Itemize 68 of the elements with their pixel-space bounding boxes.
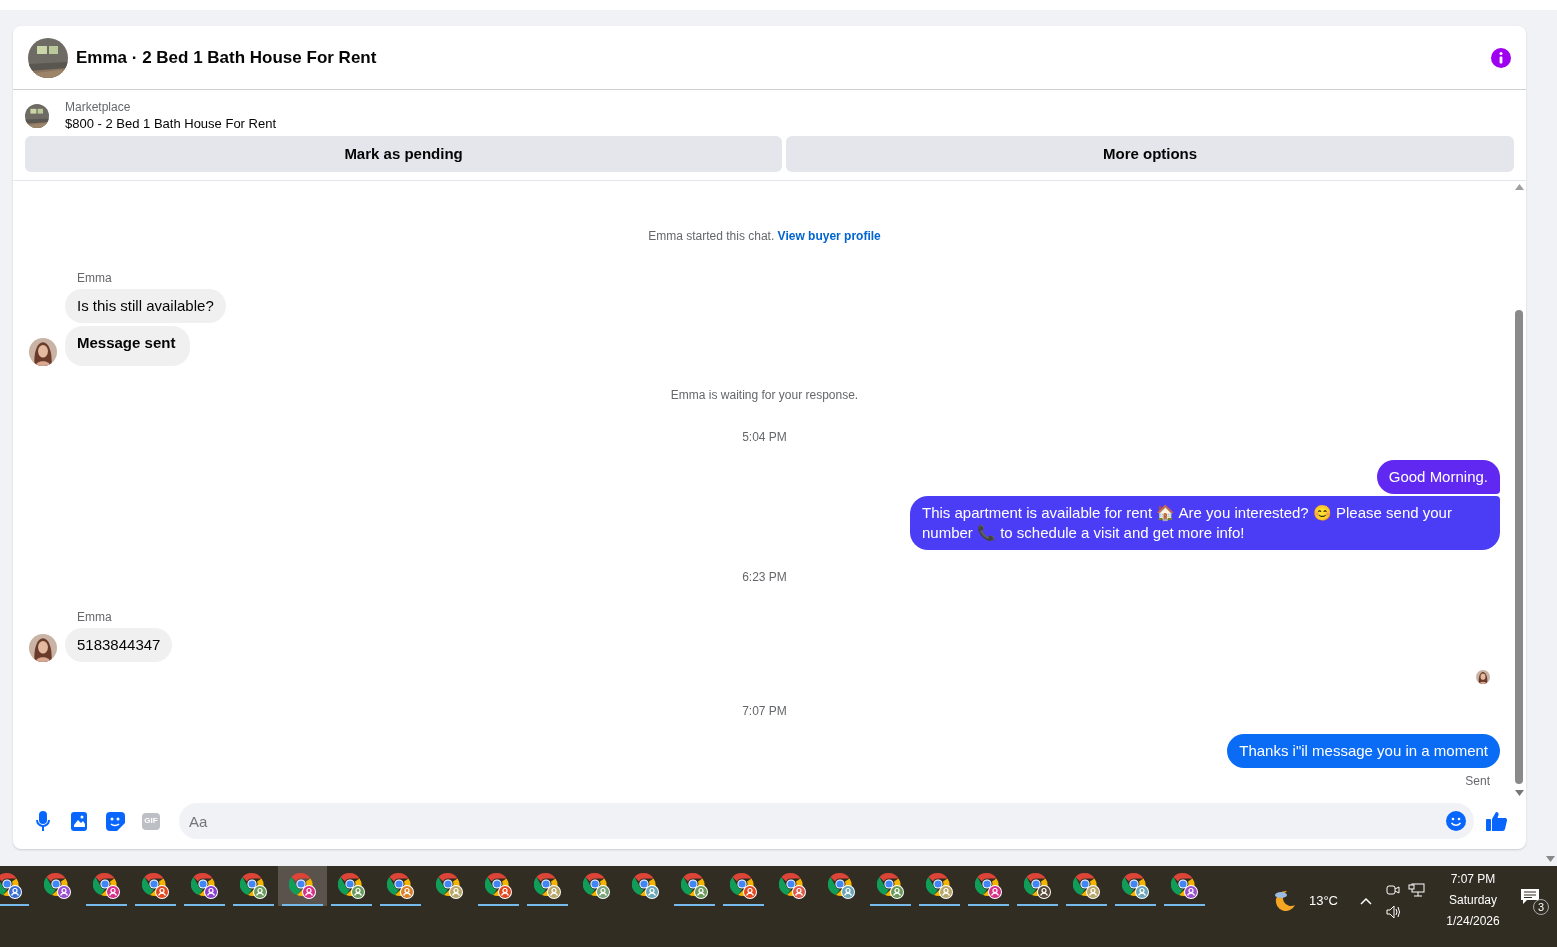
browser-icon xyxy=(141,872,170,900)
browser-icon xyxy=(386,872,415,900)
message-bubble: This apartment is available for rent 🏠 Are you interested? 😊 Please send your number 📞 to schedule a visit and get more info! xyxy=(910,496,1500,550)
browser-icon xyxy=(435,872,464,900)
browser-icon xyxy=(778,872,807,900)
browser-icon xyxy=(0,872,23,900)
action-button[interactable]: Mark as pending xyxy=(25,136,783,172)
info-icon[interactable] xyxy=(1491,47,1511,68)
message-bubble: Thanks i"il message you in a moment xyxy=(1227,734,1500,768)
clock-date[interactable]: 1/24/2026 xyxy=(1446,911,1500,932)
listing-title: $800 - 2 Bed 1 Bath House For Rent xyxy=(65,115,276,132)
action-button[interactable]: More options xyxy=(786,136,1514,172)
notice-text: Emma started this chat. View buyer profile xyxy=(647,228,882,245)
scrollbar-thumb[interactable] xyxy=(1515,310,1523,784)
chat-title: Emma · 2 Bed 1 Bath House For Rent xyxy=(76,46,377,69)
timestamp: 6:23 PM xyxy=(742,570,787,584)
photo-icon[interactable] xyxy=(71,811,87,831)
browser-icon xyxy=(1121,872,1150,900)
browser-icon xyxy=(239,872,268,900)
notification-icon[interactable] xyxy=(1521,889,1539,906)
volume-icon[interactable] xyxy=(1386,904,1402,919)
message-bubble: Message sent xyxy=(65,326,191,366)
scroll-up-icon[interactable] xyxy=(1514,184,1524,190)
timestamp: 5:04 PM xyxy=(742,430,787,444)
browser-icon xyxy=(631,872,660,900)
sticker-icon[interactable] xyxy=(105,811,125,831)
browser-icon xyxy=(827,872,856,900)
browser-icon xyxy=(533,872,562,900)
browser-icon xyxy=(337,872,366,900)
microphone-icon[interactable] xyxy=(36,811,50,831)
listing-source: Marketplace xyxy=(65,100,132,115)
scroll-down-icon[interactable] xyxy=(1514,790,1524,796)
message-status: Sent xyxy=(1465,773,1490,790)
browser-icon xyxy=(729,872,758,900)
scroll-down-icon[interactable] xyxy=(1545,856,1555,862)
browser-icon xyxy=(1072,872,1101,900)
browser-icon xyxy=(1023,872,1052,900)
browser-icon xyxy=(190,872,219,900)
network-icon[interactable] xyxy=(1408,882,1425,897)
camera-icon[interactable] xyxy=(1386,882,1400,897)
browser-icon xyxy=(680,872,709,900)
browser-icon xyxy=(925,872,954,900)
browser-icon xyxy=(876,872,905,900)
weather-icon[interactable] xyxy=(1272,888,1297,913)
clock-day[interactable]: Saturday xyxy=(1449,890,1497,911)
sender-name: Emma xyxy=(77,270,113,287)
app-button[interactable] xyxy=(278,866,327,906)
browser-icon xyxy=(974,872,1003,900)
message-bubble: Good Morning. xyxy=(1376,460,1500,494)
message-field[interactable]: Aa xyxy=(179,803,1474,839)
temperature: 13°C xyxy=(1308,891,1338,910)
browser-icon xyxy=(43,872,72,900)
browser-icon xyxy=(484,872,513,900)
message-bubble: 5183844347 xyxy=(65,628,173,662)
caret-icon[interactable] xyxy=(1360,896,1372,905)
browser-icon xyxy=(288,872,317,900)
like-icon[interactable] xyxy=(1485,811,1507,831)
browser-icon xyxy=(1170,872,1199,900)
sender-name: Emma xyxy=(77,609,113,626)
emoji-icon[interactable] xyxy=(1446,811,1466,831)
notification-count: 3 xyxy=(1533,898,1549,915)
timestamp: 7:07 PM xyxy=(742,704,787,718)
buyer-profile-link[interactable]: View buyer profile xyxy=(777,229,881,243)
browser-icon xyxy=(582,872,611,900)
browser-icon xyxy=(92,872,121,900)
message-bubble: Is this still available? xyxy=(65,289,226,323)
notice-text: Emma is waiting for your response. xyxy=(669,387,860,404)
clock-time[interactable]: 7:07 PM xyxy=(1450,869,1496,890)
